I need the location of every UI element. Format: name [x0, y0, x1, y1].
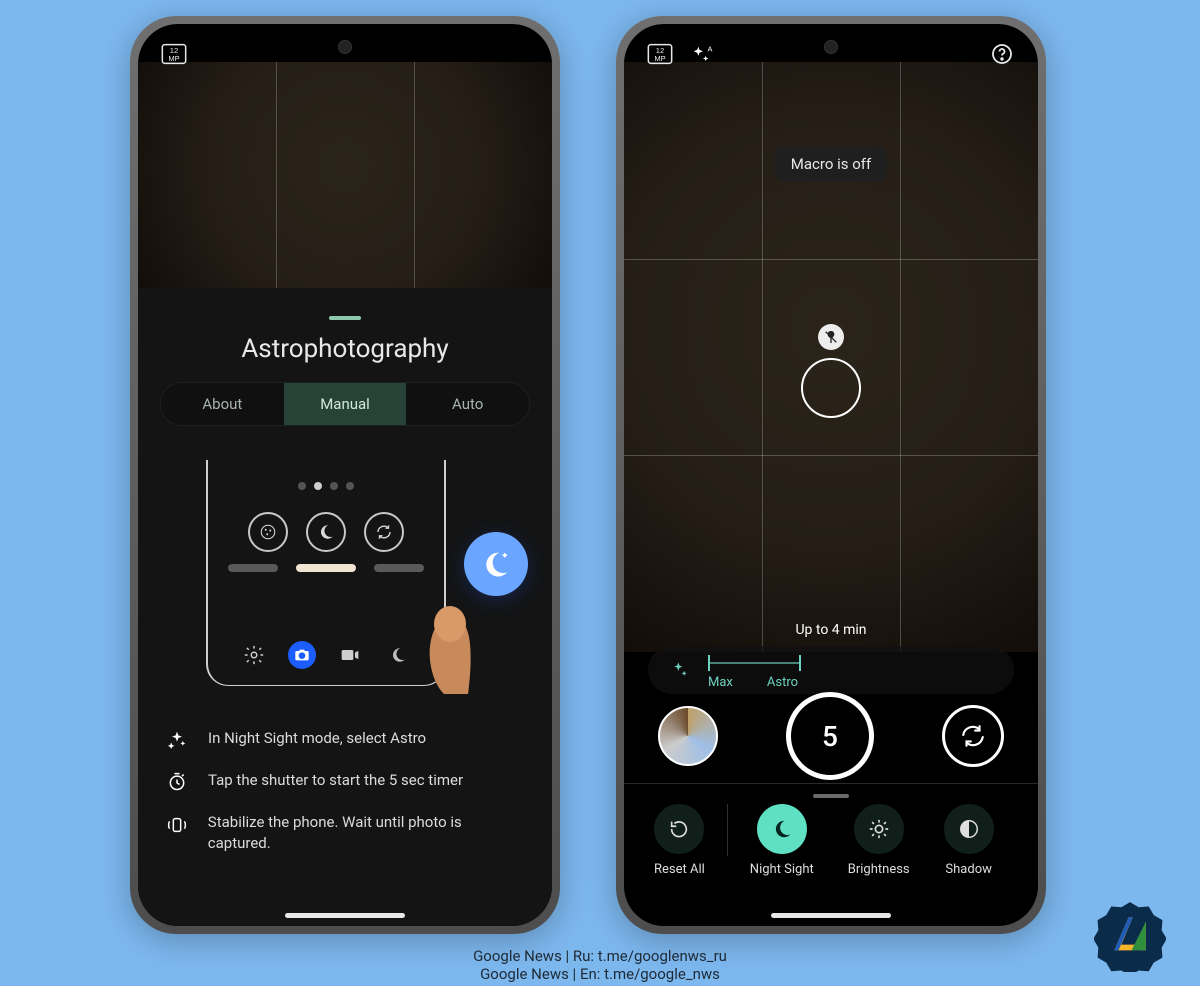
astro-sheet[interactable]: Astrophotography About Manual Auto: [138, 288, 552, 926]
refresh-icon: [364, 512, 404, 552]
adjustments-shelf[interactable]: Reset All Night Sight Brightness Shadow: [624, 783, 1038, 916]
timer-icon: [164, 770, 190, 792]
switch-camera-button[interactable]: [942, 705, 1004, 767]
caption: Google News | Ru: t.me/googlenws_ru Goog…: [473, 947, 727, 985]
shelf-item-reset[interactable]: Reset All: [654, 804, 705, 877]
sparkle-auto-icon[interactable]: A: [688, 40, 716, 68]
phone-right: 12MP A Macro is off Up to 4 min: [616, 16, 1046, 934]
slider-dim: [374, 564, 424, 572]
tip-text: Tap the shutter to start the 5 sec timer: [208, 770, 463, 791]
screen-left: 12MP Astrophotography About Manual Auto: [138, 24, 552, 926]
tab-about[interactable]: About: [161, 383, 284, 425]
sheet-handle[interactable]: [329, 316, 361, 320]
stars-icon: [248, 512, 288, 552]
home-indicator[interactable]: [285, 913, 405, 918]
tab-manual[interactable]: Manual: [284, 383, 407, 425]
shelf-label: Brightness: [848, 862, 910, 877]
focus-ring: [801, 358, 861, 418]
grid-line: [900, 62, 901, 652]
grid-line: [414, 62, 415, 292]
tip-row: In Night Sight mode, select Astro: [162, 718, 528, 760]
tip-text: In Night Sight mode, select Astro: [208, 728, 426, 749]
caption-line1: Google News | Ru: t.me/googlenws_ru: [473, 947, 727, 966]
statusbar-left: 12MP: [138, 24, 552, 84]
row-top-icons: [208, 512, 444, 552]
tip-list: In Night Sight mode, select Astro Tap th…: [160, 712, 530, 864]
caption-line2: Google News | En: t.me/google_nws: [473, 965, 727, 984]
screen-right: 12MP A Macro is off Up to 4 min: [624, 24, 1038, 926]
shutter-button[interactable]: 5: [786, 692, 874, 780]
reset-icon: [654, 804, 704, 854]
grid-line: [276, 62, 277, 292]
sparkle-icon: [670, 660, 690, 680]
macro-off-icon: [818, 324, 844, 350]
viewfinder-left: [138, 62, 552, 292]
svg-text:A: A: [708, 44, 713, 53]
tip-row: Tap the shutter to start the 5 sec timer: [162, 760, 528, 802]
megapixel-badge[interactable]: 12MP: [646, 40, 674, 68]
shutter-count: 5: [822, 720, 838, 753]
shelf-row: Reset All Night Sight Brightness Shadow: [624, 804, 1038, 877]
macro-toast: Macro is off: [775, 146, 887, 182]
grid-line: [624, 259, 1038, 260]
shelf-label: Reset All: [654, 862, 705, 877]
help-icon[interactable]: [988, 40, 1016, 68]
home-indicator[interactable]: [771, 913, 891, 918]
svg-text:MP: MP: [168, 54, 179, 63]
row-bottom-icons: [208, 641, 444, 669]
phone-left: 12MP Astrophotography About Manual Auto: [130, 16, 560, 934]
video-icon: [336, 641, 364, 669]
svg-text:MP: MP: [654, 54, 665, 63]
shelf-handle[interactable]: [813, 794, 849, 798]
shadow-icon: [944, 804, 994, 854]
megapixel-badge[interactable]: 12MP: [160, 40, 188, 68]
camera-icon: [288, 641, 316, 669]
shelf-item-brightness[interactable]: Brightness: [848, 804, 910, 877]
exposure-hint: Up to 4 min: [795, 622, 866, 638]
source-badge: [1094, 900, 1166, 972]
tip-text: Stabilize the phone. Wait until photo is…: [208, 812, 526, 854]
shelf-label: Night Sight: [750, 862, 814, 877]
night-icon: [384, 641, 412, 669]
grid-line: [762, 62, 763, 652]
mode-segmented: About Manual Auto: [160, 382, 530, 426]
slider-lit: [296, 564, 356, 572]
stage: { "background_color": "#7cb7ee", "left_p…: [0, 0, 1200, 986]
moon-icon: [306, 512, 346, 552]
gear-icon: [240, 641, 268, 669]
shelf-label: Shadow: [945, 862, 991, 877]
focus-indicator[interactable]: [801, 324, 861, 418]
shelf-item-night-sight[interactable]: Night Sight: [750, 804, 814, 877]
shelf-divider: [727, 804, 728, 856]
page-dots: [298, 482, 354, 490]
statusbar-right: 12MP A: [624, 24, 1038, 84]
astro-fab: [464, 532, 528, 596]
stabilize-icon: [164, 812, 190, 836]
sheet-title: Astrophotography: [160, 334, 530, 364]
tab-auto[interactable]: Auto: [406, 383, 529, 425]
gallery-thumbnail[interactable]: [658, 706, 718, 766]
shelf-item-shadow[interactable]: Shadow: [944, 804, 994, 877]
finger-illustration: [414, 594, 484, 694]
row-sliders: [208, 564, 444, 572]
night-slider[interactable]: Max Astro: [648, 646, 1014, 694]
grid-line: [624, 455, 1038, 456]
sparkle-icon: [164, 728, 190, 750]
slider-track[interactable]: Max Astro: [708, 661, 992, 665]
shutter-row: 5: [624, 688, 1038, 784]
tip-row: Stabilize the phone. Wait until photo is…: [162, 802, 528, 864]
moon-icon: [757, 804, 807, 854]
slider-dim: [228, 564, 278, 572]
device-outline: [206, 460, 446, 686]
brightness-icon: [854, 804, 904, 854]
tutorial-illustration: [166, 446, 524, 686]
